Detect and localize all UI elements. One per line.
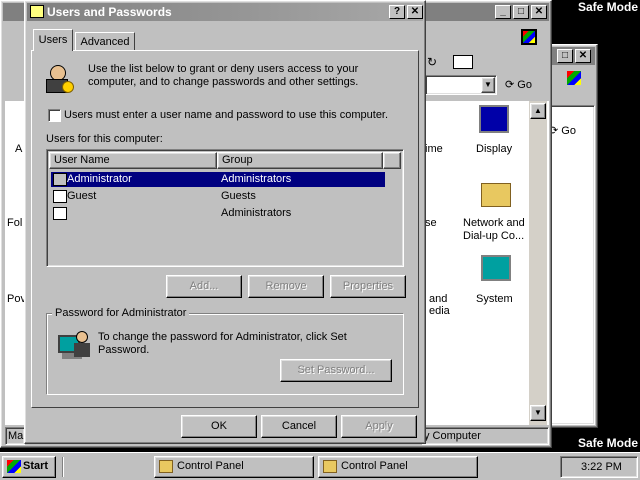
content-area[interactable] — [549, 105, 595, 425]
status-bar-left: Mar — [5, 427, 27, 445]
password-group-title: Password for Administrator — [52, 307, 190, 319]
go-arrow-icon: ⟳ — [505, 79, 515, 91]
require-password-label[interactable]: Users must enter a user name and passwor… — [64, 109, 388, 121]
tab-advanced[interactable]: Advanced — [75, 32, 135, 51]
go-button[interactable]: ⟳ Go — [549, 121, 593, 141]
tab-users-label: Users — [38, 34, 68, 46]
task-label: Control Panel — [177, 460, 244, 472]
help-button[interactable]: ? — [389, 5, 405, 19]
network-label-line-2[interactable]: Dial-up Co... — [463, 230, 524, 242]
table-row[interactable]: Administrator Administrators — [51, 172, 385, 187]
intro-text: Use the list below to grant or deny user… — [88, 63, 359, 88]
column-header-user-name[interactable]: User Name — [49, 152, 217, 169]
apply-button[interactable]: Apply — [341, 415, 417, 438]
safe-mode-label-top: Safe Mode — [577, 0, 638, 14]
close-button[interactable]: ✕ — [407, 5, 423, 19]
user-name-cell: Guest — [67, 190, 97, 202]
require-password-checkbox[interactable] — [48, 109, 61, 122]
close-button[interactable]: ✕ — [531, 5, 547, 19]
left-label-1: A — [15, 143, 23, 155]
table-row[interactable]: Guest Guests — [51, 189, 385, 204]
users-list[interactable]: User Name Group Administrator Administra… — [46, 149, 404, 267]
go-label: Go — [517, 79, 532, 91]
tab-advanced-label: Advanced — [80, 36, 130, 48]
windows-logo-icon — [7, 460, 21, 473]
users-tab-panel: Use the list below to grant or deny user… — [31, 50, 419, 408]
table-row[interactable]: Administrators — [51, 206, 385, 221]
icon-label-sounds-1: and — [429, 293, 448, 305]
remove-user-button[interactable]: Remove — [248, 275, 324, 298]
system-tray: 3:22 PM — [560, 456, 638, 478]
safe-mode-label-bottom: Safe Mode — [577, 436, 638, 450]
dialog-title: Users and Passwords — [47, 5, 172, 19]
icon-label-sounds-2: edia — [429, 305, 450, 317]
dialog-titlebar[interactable]: Users and Passwords — [27, 3, 423, 21]
vertical-scrollbar[interactable]: ▲ ▼ — [529, 101, 547, 425]
scroll-up-button[interactable]: ▲ — [530, 103, 546, 119]
minimize-button[interactable]: _ — [495, 5, 511, 19]
computer-user-icon — [58, 331, 90, 361]
display-label[interactable]: Display — [476, 143, 512, 155]
group-cell: Guests — [221, 190, 256, 202]
network-folder-icon[interactable] — [481, 183, 511, 207]
ok-button[interactable]: OK — [181, 415, 257, 438]
maximize-button[interactable]: □ — [557, 49, 573, 63]
user-name-cell: Administrator — [67, 173, 132, 185]
properties-button[interactable]: Properties — [330, 275, 406, 298]
control-panel-icon — [159, 460, 173, 473]
clock[interactable]: 3:22 PM — [581, 461, 622, 473]
display-icon[interactable] — [479, 105, 509, 133]
system-computer-icon[interactable] — [481, 255, 511, 281]
password-instructions: To change the password for Administrator… — [98, 331, 347, 356]
taskbar-task-control-panel-2[interactable]: Control Panel — [318, 456, 478, 478]
users-list-label: Users for this computer: — [46, 133, 163, 145]
task-label: Control Panel — [341, 460, 408, 472]
column-group-label: Group — [222, 154, 253, 166]
group-cell: Administrators — [221, 173, 292, 185]
taskbar-task-control-panel-1[interactable]: Control Panel — [154, 456, 314, 478]
maximize-button[interactable]: □ — [513, 5, 529, 19]
start-button[interactable]: Start — [2, 456, 56, 478]
system-label[interactable]: System — [476, 293, 513, 305]
set-password-button[interactable]: Set Password... — [280, 359, 392, 382]
start-label: Start — [23, 460, 49, 472]
group-cell: Administrators — [221, 207, 292, 219]
scroll-down-button[interactable]: ▼ — [530, 405, 546, 421]
go-button[interactable]: ⟳ Go — [505, 75, 549, 95]
chevron-down-icon[interactable]: ▼ — [481, 77, 495, 93]
tab-users[interactable]: Users — [33, 29, 73, 51]
views-icon[interactable] — [453, 55, 473, 69]
status-right-text: y Computer — [424, 430, 481, 442]
left-label-2: Fol — [7, 217, 23, 229]
taskbar-separator — [62, 457, 64, 477]
column-header-filler — [383, 152, 401, 169]
refresh-icon[interactable]: ↻ — [427, 55, 437, 69]
close-button[interactable]: ✕ — [575, 49, 591, 63]
status-bar-right: y Computer — [421, 427, 549, 445]
column-user-name-label: User Name — [54, 154, 110, 166]
users-and-passwords-dialog[interactable]: Users and Passwords ? ✕ Users Advanced U… — [24, 0, 426, 444]
cancel-button[interactable]: Cancel — [261, 415, 337, 438]
users-dialog-icon — [30, 5, 44, 18]
column-header-group[interactable]: Group — [217, 152, 383, 169]
windows-logo-icon — [521, 29, 537, 45]
icon-label-time: ime — [425, 143, 443, 155]
user-icon — [53, 207, 67, 220]
taskbar: Start Control Panel Control Panel 3:22 P… — [0, 452, 640, 480]
icon-label-mouse: se — [425, 217, 437, 229]
go-label: Go — [561, 125, 576, 137]
user-icon — [53, 173, 67, 186]
windows-logo-icon — [567, 71, 581, 85]
user-icon — [53, 190, 67, 203]
add-user-button[interactable]: Add... — [166, 275, 242, 298]
network-label-line-1[interactable]: Network and — [463, 217, 525, 229]
control-panel-icon — [323, 460, 337, 473]
users-keys-icon — [44, 65, 74, 95]
